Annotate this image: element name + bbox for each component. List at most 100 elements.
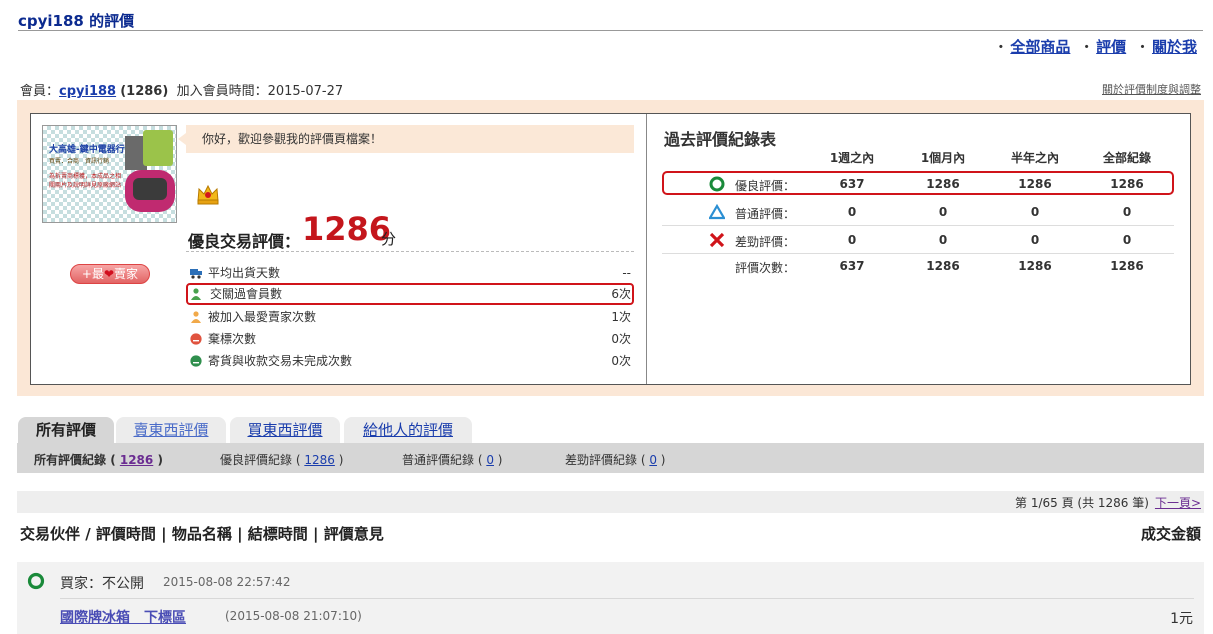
sad-red-face-icon [190,333,202,345]
member-count: (1286) [120,84,169,99]
member-green-icon [191,288,201,300]
score-value: 1286 [302,210,392,248]
banner-store-name: 大高雄-鍵中電器行 [49,145,125,155]
subfilter-label: 優良評價紀錄 [220,453,293,467]
history-row-good: 優良評價： 637 1286 1286 1286 [662,171,1174,195]
stat-label: 棄標次數 [208,332,257,346]
history-value: 637 [839,177,865,191]
history-col-all: 全部紀錄 [1102,151,1151,165]
member-prefix: 會員： [20,84,60,99]
entry-rating-time: 2015-08-08 22:57:42 [163,575,291,589]
tab-all-ratings[interactable]: 所有評價 [18,417,114,443]
stat-value: -- [622,266,631,280]
history-value: 0 [938,205,948,219]
subfilter-good-count-link[interactable]: 1286 [304,453,335,467]
member-username-link[interactable]: cpyi188 [59,84,116,99]
history-col-1-month: 1個月內 [920,151,966,165]
score-label: 優良交易評價： [188,232,301,251]
crown-icon [197,184,219,205]
score-unit: 分 [381,230,397,248]
history-row-label: 優良評價： [735,179,796,193]
member-orange-icon [191,311,201,323]
tab-ratings-given[interactable]: 給他人的評價 [344,417,472,443]
history-value: 0 [847,205,857,219]
history-value: 1286 [926,177,960,191]
add-favorite-seller-button[interactable]: +最❤賣家 [70,264,150,284]
subfilter-label: 差勁評價紀錄 [565,453,638,467]
history-value: 0 [938,233,948,247]
banner-tv-shape [125,170,175,212]
subfilter-bad-count-link[interactable]: 0 [649,453,657,467]
history-col-half-year: 半年之內 [1010,151,1059,165]
pager: 第 1/65 頁 (共 1286 筆) 下一頁> [1015,494,1201,511]
banner-bag-shape [143,130,173,166]
subfilter-bad: 差勁評價紀錄 ( 0 ) [565,453,666,467]
good-circle-icon [27,572,45,590]
tab-label: 買東西評價 [247,421,323,439]
entry-buyer: 買家：不公開 [60,576,144,592]
history-row-label: 評價次數： [735,261,796,275]
stat-row-abandoned-bids: 棄標次數 0次 [186,328,634,350]
fav-label-post: 賣家 [114,267,139,281]
bad-x-icon [709,232,725,248]
banner-store-desc: 為拆賣商標獲，本成品之相關兩片及說明詳見原廠網站 [49,173,122,189]
entry-amount: 1元 [1170,611,1193,627]
normal-triangle-icon [709,204,725,220]
stat-label: 平均出貨天數 [208,266,281,280]
score-divider [186,251,634,252]
page-title: cpyi188 的評價 [18,12,135,30]
history-value: 0 [1030,205,1040,219]
heart-icon: ❤ [103,267,115,281]
subfilter-normal-count-link[interactable]: 0 [486,453,494,467]
history-value: 1286 [1018,259,1052,273]
history-col-1-week: 1週之內 [829,151,875,165]
stat-row-avg-shipping-days: 平均出貨天數 -- [186,262,634,284]
subfilter-normal: 普通評價紀錄 ( 0 ) [402,453,503,467]
next-page-link[interactable]: 下一頁> [1155,496,1201,510]
joined-label: 加入會員時間： [176,84,268,99]
tab-label: 賣東西評價 [133,421,209,439]
stat-value: 0次 [611,332,631,346]
history-row-label: 差勁評價： [735,235,796,249]
rating-rules-link[interactable]: 關於評價制度與調整 [1102,81,1201,97]
history-row-total: 評價次數： 637 1286 1286 1286 [662,252,1174,280]
history-value: 0 [847,233,857,247]
history-value: 0 [1122,233,1132,247]
store-banner-image[interactable]: 大高雄-鍵中電器行 買賣．合商 資訊行銷 為拆賣商標獲，本成品之相關兩片及說明詳… [42,125,177,223]
tab-label: 給他人的評價 [362,421,453,439]
history-title: 過去評價紀錄表 [664,130,777,149]
stat-row-incomplete-transactions: 寄貨與收款交易未完成次數 0次 [186,350,634,372]
history-value: 1286 [1110,259,1144,273]
good-circle-icon [709,176,725,192]
nav-ratings-link[interactable]: 評價 [1096,38,1126,56]
amount-header: 成交金額 [1140,525,1201,543]
stat-label: 交關過會員數 [210,287,283,301]
tab-buyer-ratings[interactable]: 買東西評價 [230,417,340,443]
history-row-label: 普通評價： [735,207,796,221]
subfilter-good: 優良評價紀錄 ( 1286 ) [220,453,344,467]
title-divider [18,30,1203,31]
tab-seller-ratings[interactable]: 賣東西評價 [116,417,226,443]
member-info: 會員：cpyi188 (1286) 加入會員時間：2015-07-27 [20,80,343,99]
banner-store-sub: 買賣．合商 資訊行銷 [49,158,110,165]
stat-row-favorited-count: 被加入最愛賣家次數 1次 [186,306,634,328]
stat-value: 6次 [611,287,631,301]
history-value: 637 [839,259,865,273]
nav-about-me-link[interactable]: 關於我 [1152,38,1197,56]
subfilter-label: 所有評價紀錄 [34,453,107,467]
stat-value: 1次 [611,310,631,324]
history-value: 1286 [926,259,960,273]
top-nav: ・全部商品 ・評價 ・關於我 [993,38,1197,56]
panel-divider [646,114,647,384]
entry-item-link[interactable]: 國際牌冰箱 下標區 [60,607,186,627]
nav-all-products-link[interactable]: 全部商品 [1010,38,1070,56]
pager-status: 第 1/65 頁 (共 1286 筆) [1015,496,1149,510]
subfilter-label: 普通評價紀錄 [402,453,475,467]
stat-label: 被加入最愛賣家次數 [208,310,317,324]
stat-value: 0次 [611,354,631,368]
joined-date: 2015-07-27 [267,84,344,99]
entry-divider [60,598,1194,599]
welcome-message: 你好，歡迎參觀我的評價頁檔案！ [178,125,634,153]
list-header: 交易伙伴 / 評價時間 | 物品名稱 | 結標時間 | 評價意見 [20,525,384,543]
subfilter-all-count-link[interactable]: 1286 [120,453,153,467]
